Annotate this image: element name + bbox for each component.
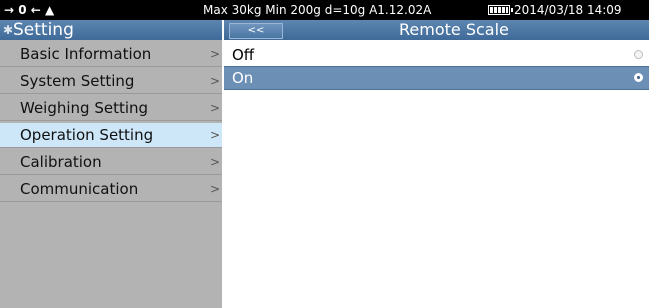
- page-title: Remote Scale: [399, 20, 509, 39]
- battery-icon: [488, 5, 513, 15]
- radio-icon[interactable]: [634, 73, 643, 82]
- option-on[interactable]: On: [224, 66, 649, 90]
- sidebar-item-label: System Setting: [20, 72, 135, 90]
- sidebar-item-label: Calibration: [20, 153, 102, 171]
- sidebar-item-label: Communication: [20, 180, 139, 198]
- chevron-right-icon: >: [210, 47, 221, 61]
- main-header: << Remote Scale: [224, 20, 649, 40]
- option-label: On: [232, 69, 254, 87]
- back-button[interactable]: <<: [229, 23, 283, 39]
- sidebar-item-label: Weighing Setting: [20, 99, 149, 117]
- sidebar-item-operation-setting[interactable]: Operation Setting >: [0, 123, 222, 148]
- sidebar-item-basic-information[interactable]: Basic Information >: [0, 42, 222, 67]
- chevron-right-icon: >: [210, 155, 221, 169]
- option-off[interactable]: Off: [224, 44, 649, 67]
- sidebar-header: ✱ Setting: [0, 20, 222, 40]
- sidebar-item-label: Operation Setting: [20, 126, 154, 144]
- main-panel: << Remote Scale Off On: [224, 20, 649, 308]
- chevron-right-icon: >: [210, 182, 221, 196]
- connection-status-icons: → 0 ← ▲: [4, 3, 55, 17]
- scale-specs: Max 30kg Min 200g d=10g A1.12.02A: [203, 3, 432, 17]
- status-bar: → 0 ← ▲ Max 30kg Min 200g d=10g A1.12.02…: [0, 0, 649, 20]
- option-label: Off: [232, 46, 255, 64]
- radio-icon[interactable]: [634, 50, 643, 59]
- chevron-right-icon: >: [210, 128, 221, 142]
- sidebar-title: Setting: [13, 20, 74, 40]
- sidebar-item-system-setting[interactable]: System Setting >: [0, 69, 222, 94]
- sidebar: ✱ Setting Basic Information > System Set…: [0, 20, 222, 308]
- sidebar-item-communication[interactable]: Communication >: [0, 177, 222, 202]
- gear-icon: ✱: [3, 23, 14, 37]
- sidebar-item-label: Basic Information: [20, 45, 152, 63]
- chevron-right-icon: >: [210, 74, 221, 88]
- sidebar-item-calibration[interactable]: Calibration >: [0, 150, 222, 175]
- sidebar-item-weighing-setting[interactable]: Weighing Setting >: [0, 96, 222, 121]
- chevron-right-icon: >: [210, 101, 221, 115]
- date-time: 2014/03/18 14:09: [514, 3, 622, 17]
